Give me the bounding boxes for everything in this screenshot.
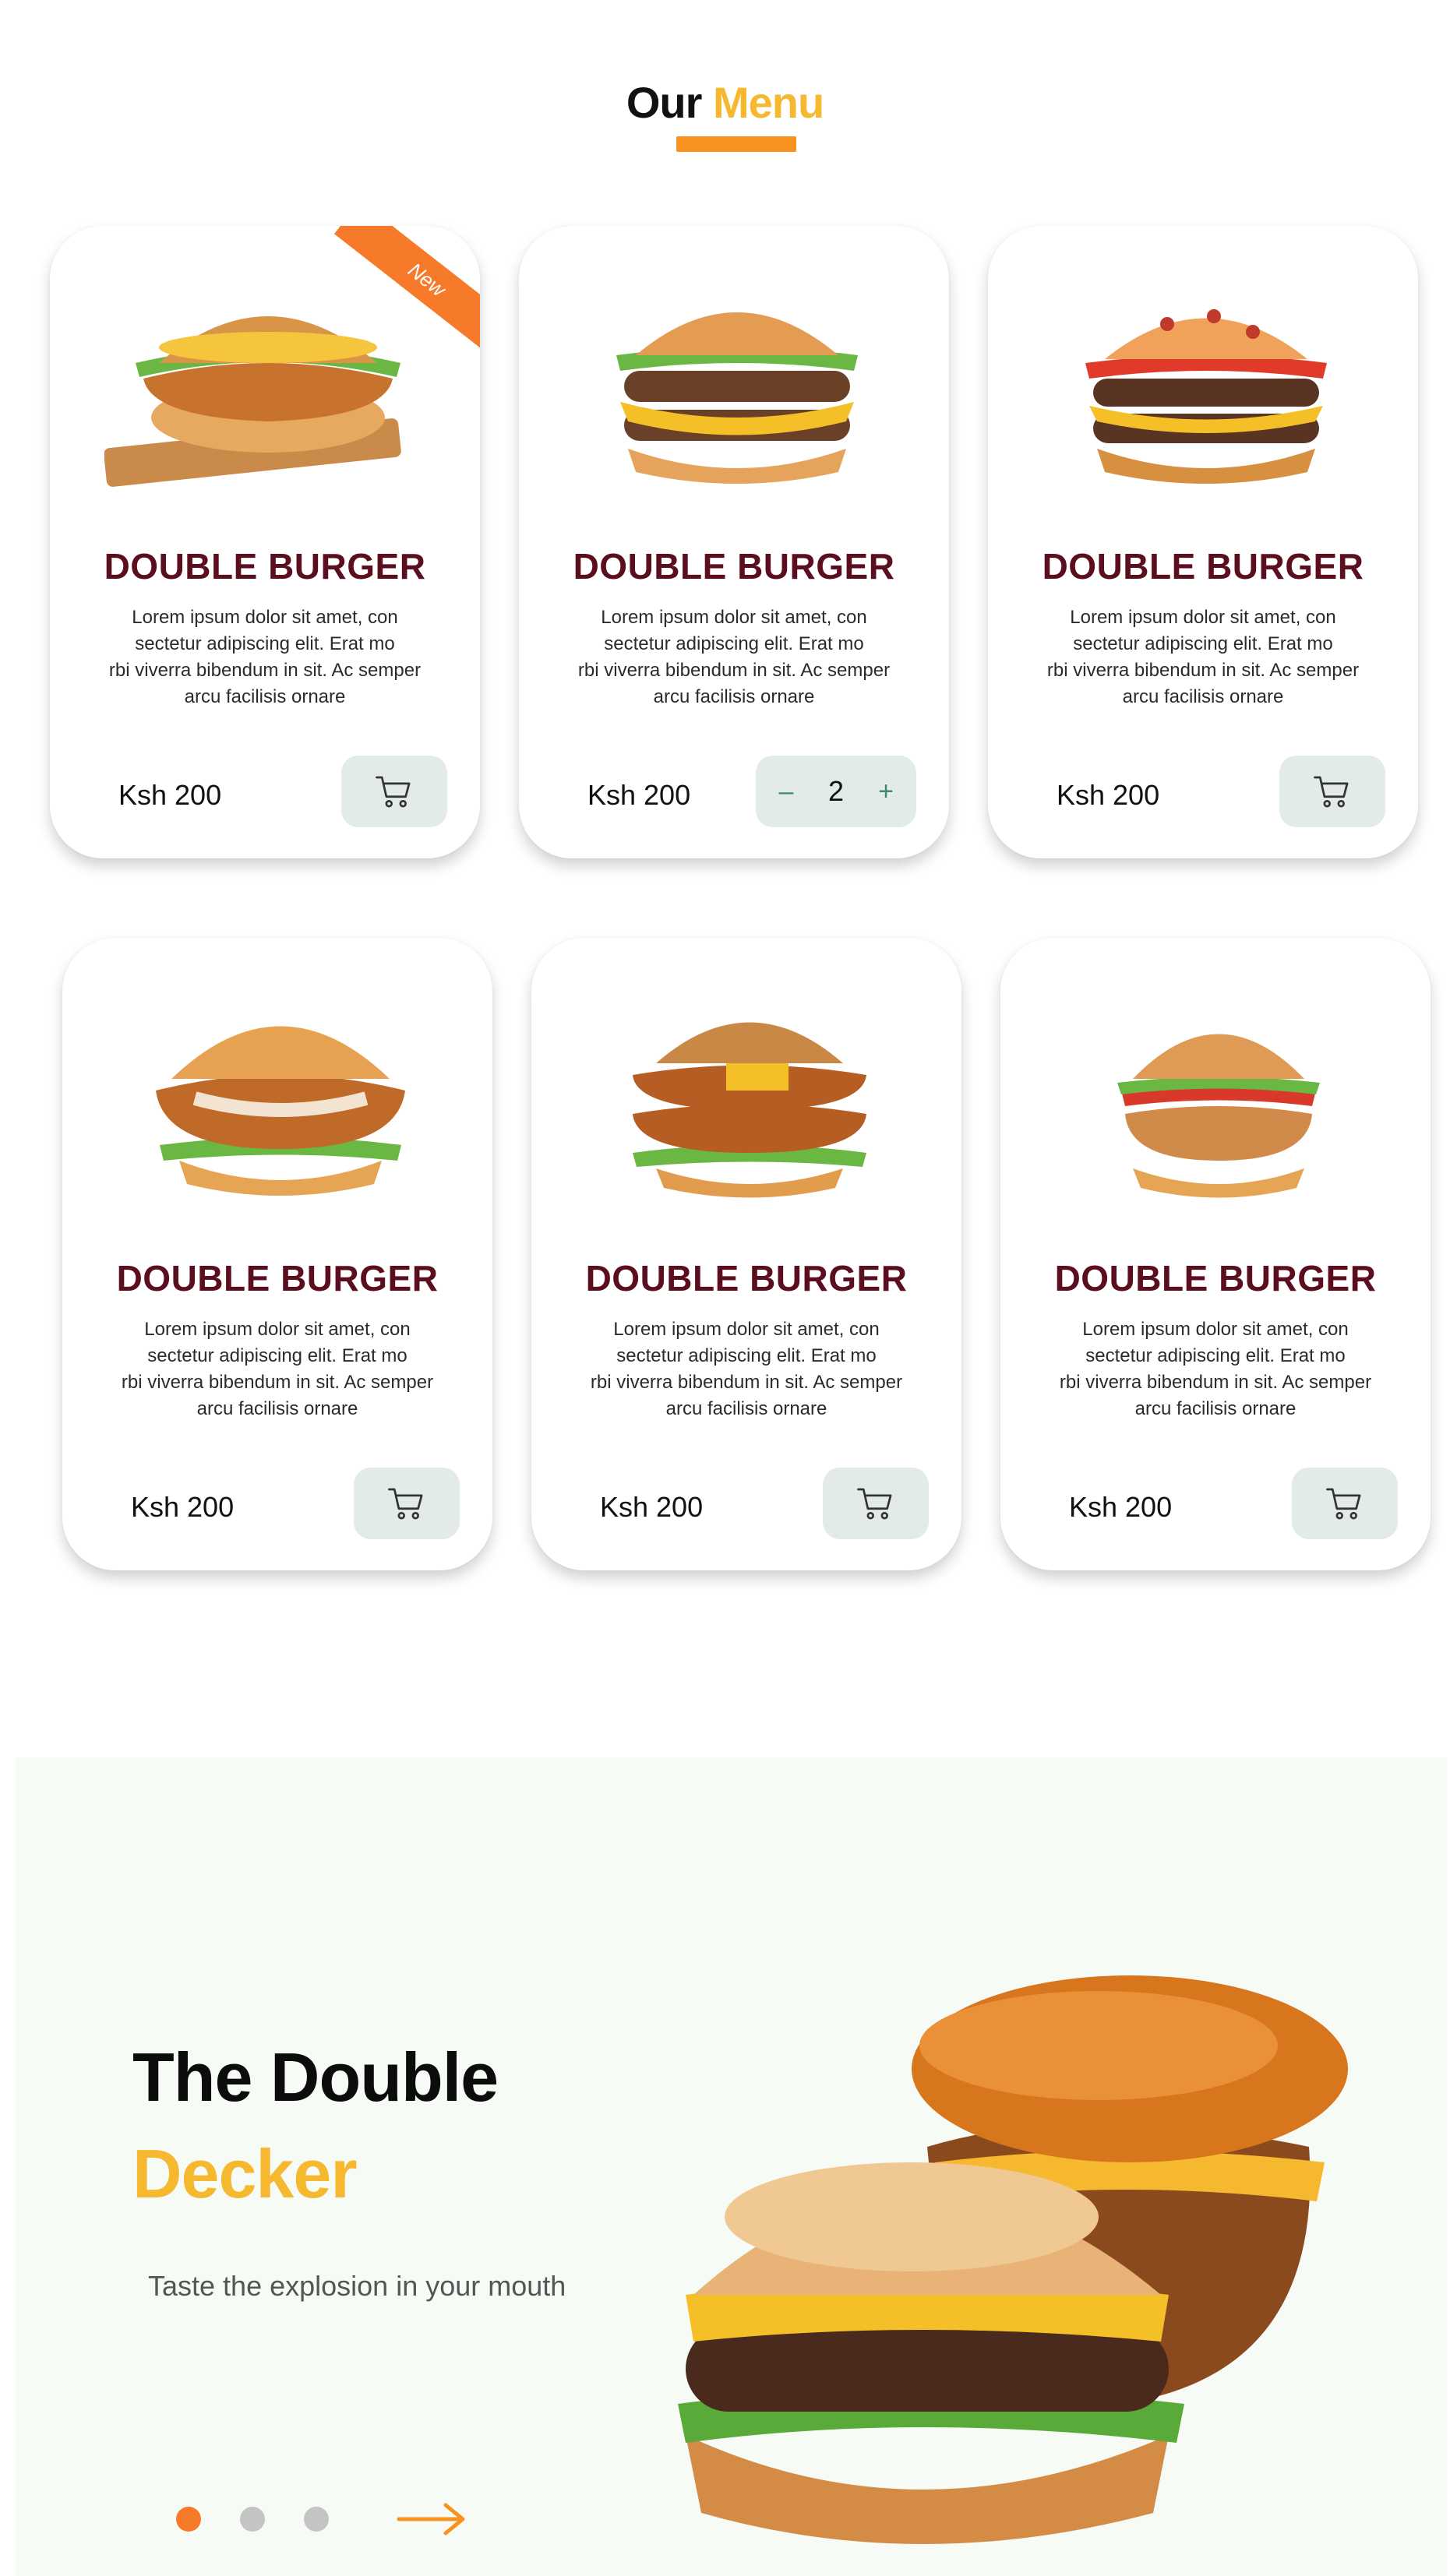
menu-heading: Our Menu [0,75,1450,131]
add-to-cart-button[interactable] [354,1468,460,1539]
menu-card-5: DOUBLE BURGER Lorem ipsum dolor sit amet… [531,938,961,1570]
item-name: DOUBLE BURGER [585,1258,908,1299]
item-name: DOUBLE BURGER [1054,1258,1377,1299]
quantity-stepper: – 2 + [756,756,916,827]
item-description: Lorem ipsum dolor sit amet, con sectetur … [1046,607,1360,707]
increment-button[interactable]: + [874,777,898,807]
add-to-cart-button[interactable] [341,756,447,827]
menu-card-3: DOUBLE BURGER Lorem ipsum dolor sit amet… [988,226,1418,858]
item-description: Lorem ipsum dolor sit amet, con sectetur … [121,1319,434,1419]
add-to-cart-button[interactable] [1279,756,1385,827]
add-to-cart-button[interactable] [823,1468,929,1539]
heading-underline [676,136,796,152]
item-description: Lorem ipsum dolor sit amet, con sectetur … [590,1319,903,1419]
item-price: Ksh 200 [600,1491,704,1523]
quantity-value: 2 [827,775,845,807]
item-description: Lorem ipsum dolor sit amet, con sectetur … [577,607,891,707]
item-name: DOUBLE BURGER [116,1258,439,1299]
cart-icon [1311,770,1353,812]
add-to-cart-button[interactable] [1292,1468,1398,1539]
cart-icon [855,1482,897,1524]
cheese-burger-image [616,312,858,484]
cart-icon [1324,1482,1366,1524]
item-price: Ksh 200 [118,779,222,811]
hero-title-line-1: The Double [132,2039,499,2116]
classic-burger-image [1117,1034,1320,1198]
menu-card-4: DOUBLE BURGER Lorem ipsum dolor sit amet… [62,938,492,1570]
cart-icon [386,1482,428,1524]
hero-title-line-2: Decker [132,2135,358,2212]
item-name: DOUBLE BURGER [1042,546,1364,587]
item-name: DOUBLE BURGER [104,546,426,587]
double-decker-burger-image [678,1975,1348,2544]
menu-card-2: DOUBLE BURGER Lorem ipsum dolor sit amet… [519,226,949,858]
slide-dot-2[interactable] [240,2507,265,2532]
hero-banner: The Double Decker Taste the explosion in… [16,1757,1448,2576]
slide-dot-3[interactable] [304,2507,329,2532]
item-price: Ksh 200 [131,1491,235,1523]
item-price: Ksh 200 [1057,779,1160,811]
menu-heading-word-2: Menu [712,78,824,127]
item-description: Lorem ipsum dolor sit amet, con sectetur … [108,607,422,707]
decrement-button[interactable]: – [774,777,798,807]
chicken-burger-image [104,316,401,487]
arrow-right-icon[interactable] [396,2500,467,2538]
slide-dot-1-active[interactable] [176,2507,201,2532]
crispy-chicken-burger-image [156,1026,405,1196]
item-description: Lorem ipsum dolor sit amet, con sectetur … [1059,1319,1372,1419]
hero-tagline: Taste the explosion in your mouth [148,2270,566,2302]
bacon-burger-image [1085,309,1327,484]
item-name: DOUBLE BURGER [573,546,895,587]
double-chicken-burger-image [633,1022,866,1198]
menu-heading-word-1: Our [626,78,703,127]
cart-icon [373,770,415,812]
menu-card-1: New DOUBLE BURGER Lorem ipsum dolor sit … [50,226,480,858]
item-price: Ksh 200 [1069,1491,1173,1523]
menu-card-6: DOUBLE BURGER Lorem ipsum dolor sit amet… [1000,938,1431,1570]
item-price: Ksh 200 [587,779,691,811]
